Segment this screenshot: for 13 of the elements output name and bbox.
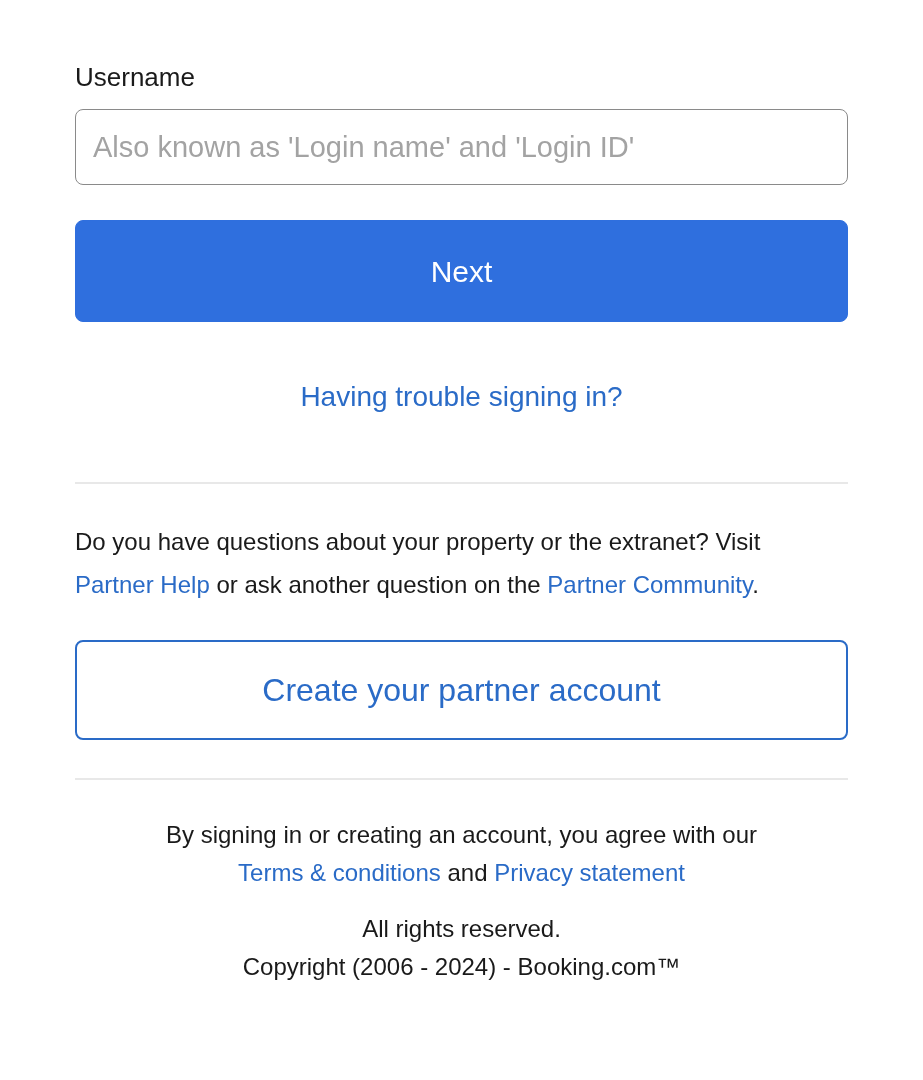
text-link[interactable]: Partner Community <box>547 571 753 598</box>
text-link[interactable]: Terms & conditions <box>238 859 441 886</box>
help-link[interactable]: Having trouble signing in? <box>300 381 623 412</box>
input-field[interactable]: Also known as 'Login name' and 'Login ID' <box>75 109 848 185</box>
text-link[interactable]: Privacy statement <box>494 859 685 886</box>
next-button[interactable]: Next <box>75 220 848 322</box>
create-account-button[interactable]: Create your partner account <box>75 640 848 740</box>
text-link[interactable]: Partner Help <box>75 571 210 598</box>
field-label: Username <box>75 61 196 94</box>
paragraph: Do you have questions about your property or the extranet? Visit Partner Help or ask another question on the Partner Community. <box>75 527 762 600</box>
paragraph: By signing in or creating an account, you agree with our Terms & conditions and Privacy statement <box>165 820 758 888</box>
footer-text: Copyright (2006 - 2024) - Booking.com™ <box>241 952 682 982</box>
footer-text: All rights reserved. <box>361 914 562 944</box>
